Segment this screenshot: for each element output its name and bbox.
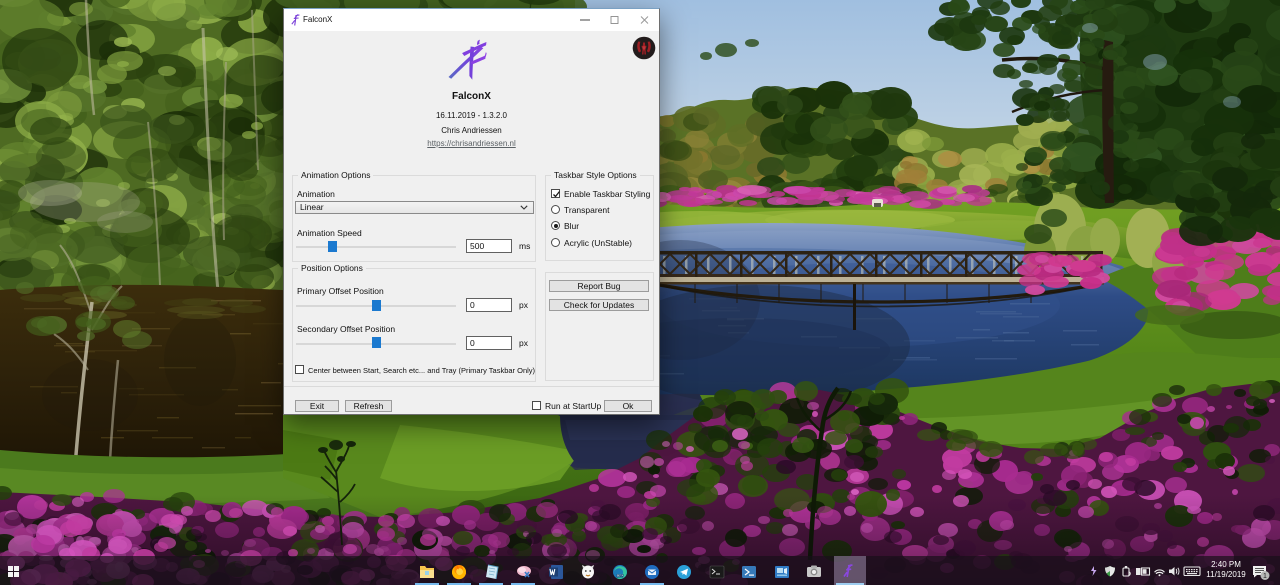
svg-text:1: 1 <box>1263 573 1267 580</box>
svg-text:BETA: BETA <box>617 574 624 578</box>
